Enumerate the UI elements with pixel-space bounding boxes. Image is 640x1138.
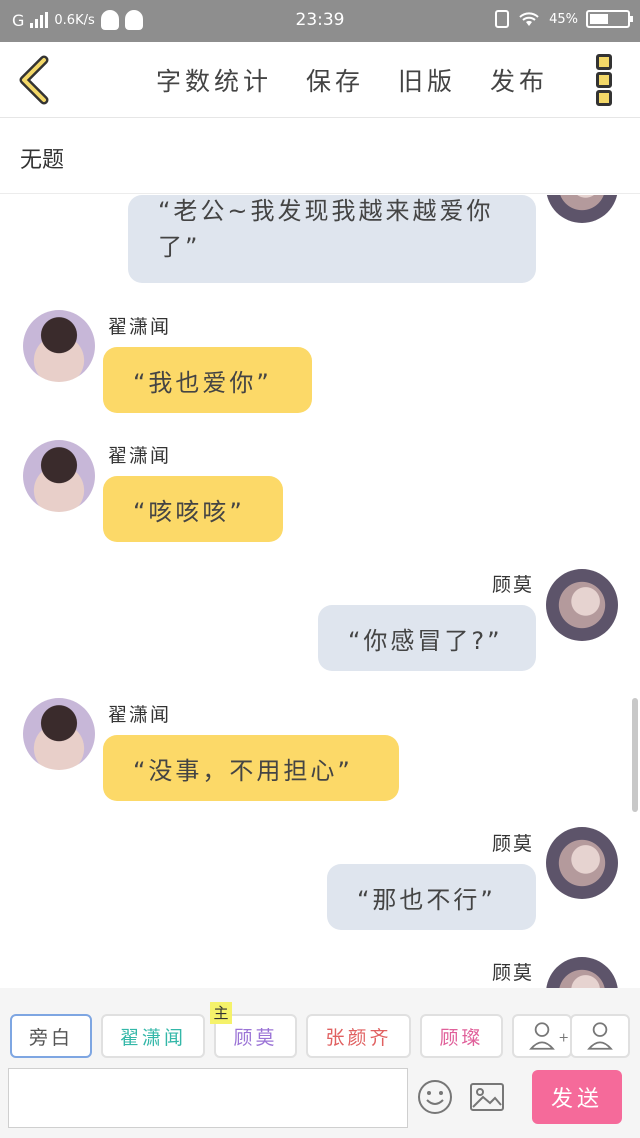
avatar — [546, 957, 618, 988]
sender-name: 翟潇闻 — [108, 704, 172, 726]
toolbar-actions: 字数统计 保存 旧版 发布 — [156, 62, 548, 98]
avatar — [546, 195, 618, 223]
battery-icon — [586, 10, 633, 28]
composer: 旁白 翟潇闻 顾莫 主 张颜齐 顾璨 + 发送 — [0, 988, 640, 1138]
chip-label: 张颜齐 — [325, 1026, 392, 1049]
message-bubble[interactable]: “我也爱你” — [103, 347, 312, 413]
sender-name: 翟潇闻 — [108, 445, 172, 467]
manage-characters-button[interactable] — [570, 1014, 630, 1058]
sender-name: 顾莫 — [492, 962, 535, 984]
old-version-button[interactable]: 旧版 — [398, 62, 456, 98]
wifi-icon — [519, 12, 539, 26]
scrollbar[interactable] — [632, 698, 638, 812]
save-button[interactable]: 保存 — [306, 62, 364, 98]
sender-name: 顾莫 — [492, 833, 535, 855]
avatar — [546, 569, 618, 641]
person-icon — [587, 1022, 613, 1050]
toolbar: 字数统计 保存 旧版 发布 — [0, 42, 640, 118]
message-bubble[interactable]: “那也不行” — [327, 864, 536, 930]
image-icon[interactable] — [468, 1078, 506, 1116]
character-chip-zhang[interactable]: 张颜齐 — [306, 1014, 411, 1058]
message-bubble[interactable]: “咳咳咳” — [103, 476, 283, 542]
avatar — [23, 310, 95, 382]
chat-area[interactable]: “老公~我发现我越来越爱你了” 翟潇闻 “我也爱你” 翟潇闻 “咳咳咳” 顾莫 … — [0, 195, 640, 988]
avatar — [546, 827, 618, 899]
message-bubble[interactable]: “没事，不用担心” — [103, 735, 399, 801]
chip-label: 翟潇闻 — [119, 1026, 186, 1049]
avatar — [23, 698, 95, 770]
chip-label: 旁白 — [28, 1026, 73, 1049]
character-chip-narrator[interactable]: 旁白 — [10, 1014, 92, 1058]
character-chip-zhai[interactable]: 翟潇闻 — [101, 1014, 205, 1058]
back-icon[interactable] — [12, 54, 56, 106]
emoji-icon[interactable] — [416, 1078, 454, 1116]
sender-name: 顾莫 — [492, 574, 535, 596]
message-bubble[interactable]: “老公~我发现我越来越爱你了” — [128, 195, 536, 283]
publish-button[interactable]: 发布 — [490, 62, 548, 98]
vibrate-icon — [495, 10, 510, 28]
word-count-button[interactable]: 字数统计 — [156, 62, 272, 98]
send-button[interactable]: 发送 — [532, 1070, 622, 1124]
add-person-icon: + — [529, 1022, 569, 1050]
message-input[interactable] — [8, 1068, 408, 1128]
chip-label: 顾璨 — [439, 1026, 484, 1049]
message-bubble[interactable]: “你感冒了?” — [318, 605, 536, 671]
main-character-badge: 主 — [210, 1002, 232, 1024]
status-bar: G 0.6K/s 23:39 45% — [0, 0, 640, 42]
add-character-button[interactable]: + — [512, 1014, 572, 1058]
svg-text:+: + — [558, 1029, 569, 1044]
battery-percent: 45% — [549, 11, 578, 27]
status-right: 45% — [495, 10, 633, 28]
more-menu-icon[interactable] — [596, 54, 616, 106]
chip-label: 顾莫 — [233, 1026, 278, 1049]
avatar — [23, 440, 95, 512]
sender-name: 翟潇闻 — [108, 316, 172, 338]
title-bar[interactable]: 无题 — [0, 118, 640, 194]
document-title[interactable]: 无题 — [20, 142, 64, 174]
character-chip-gucan[interactable]: 顾璨 — [420, 1014, 503, 1058]
